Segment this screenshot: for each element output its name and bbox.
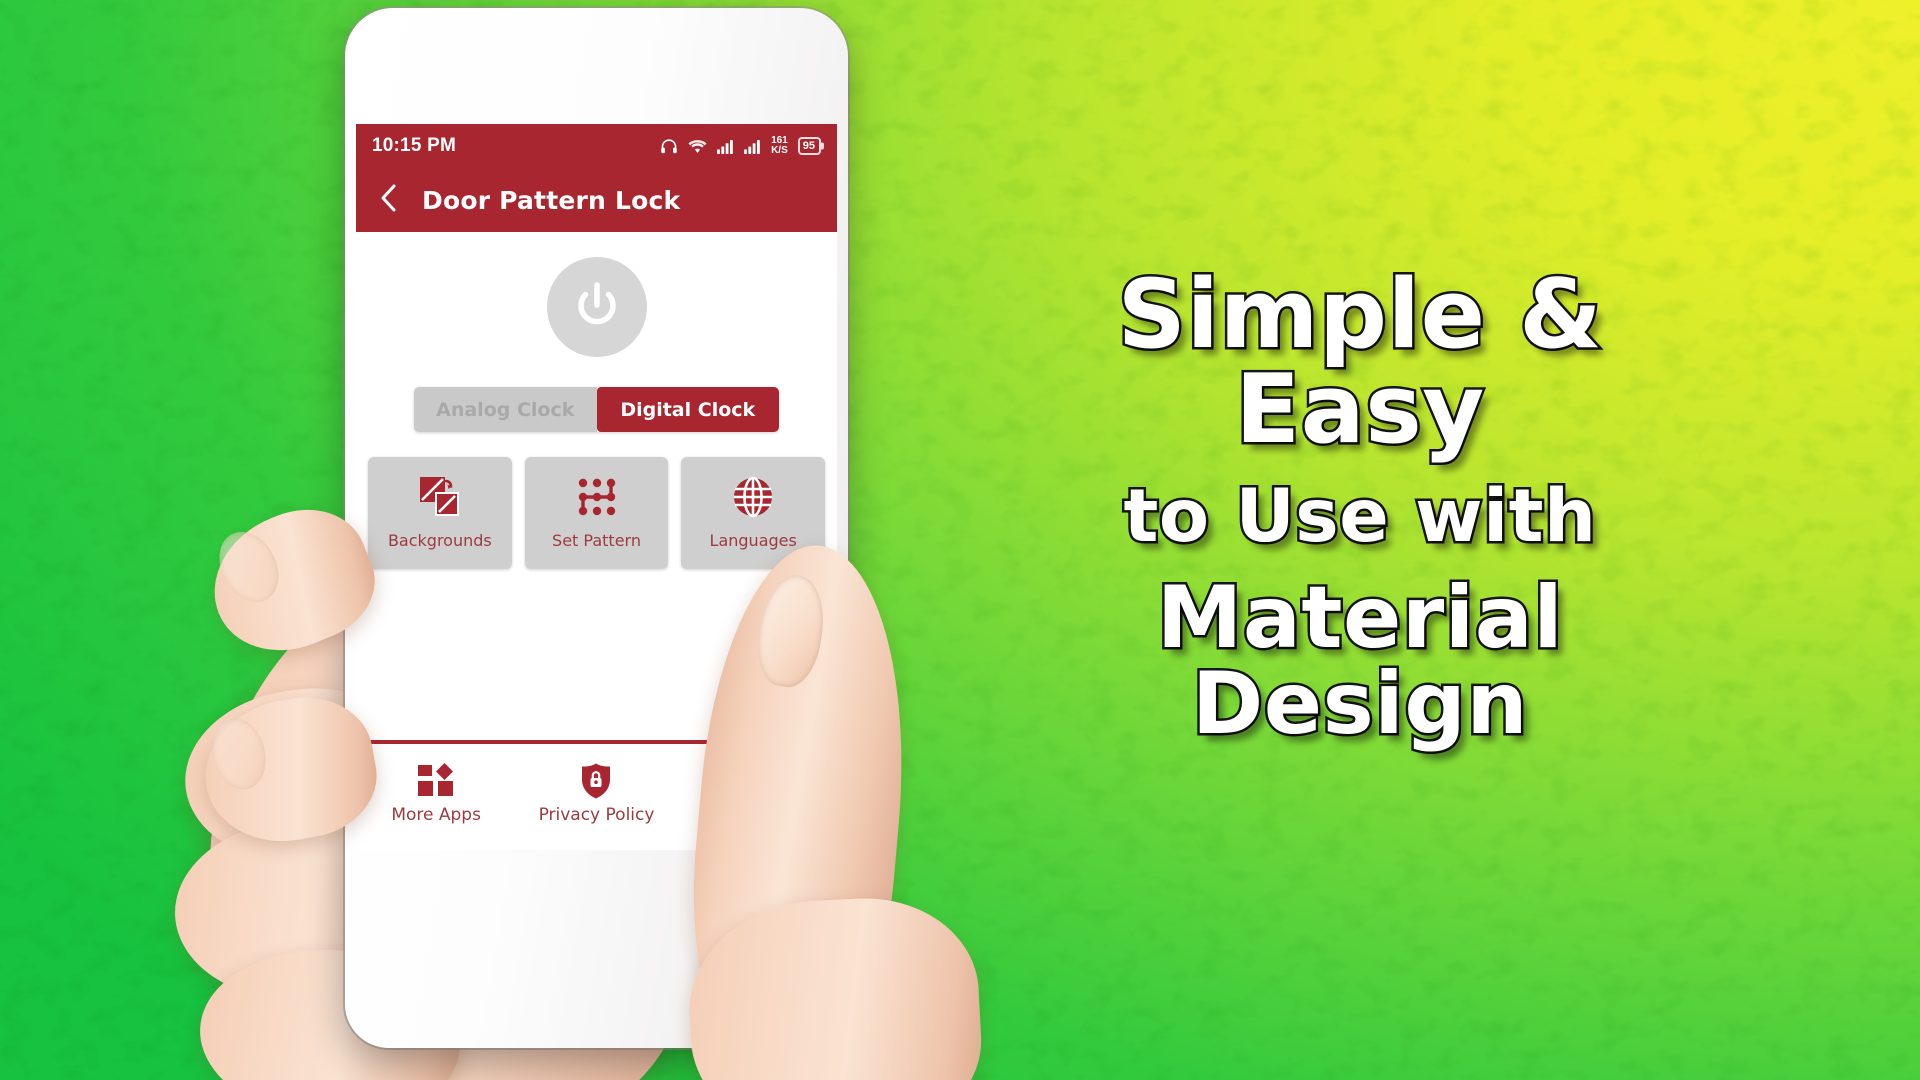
feature-card-row: Backgrounds Set Pattern Languages: [368, 457, 826, 569]
nav-label: More Apps: [391, 805, 481, 825]
status-time: 10:15 PM: [372, 135, 456, 156]
nav-item-privacy-policy[interactable]: Privacy Policy: [516, 760, 676, 850]
card-backgrounds[interactable]: Backgrounds: [368, 457, 512, 569]
status-icons: 161 K/S 95: [660, 136, 821, 156]
card-label: Backgrounds: [387, 531, 492, 550]
tab-analog-clock[interactable]: Analog Clock: [414, 387, 597, 432]
wifi-icon: [688, 139, 707, 154]
status-bar: 10:15 PM 161 K/S 95: [356, 124, 837, 168]
chevron-left-icon: [379, 183, 399, 218]
signal-icon: [717, 139, 734, 154]
battery-indicator: 95: [797, 137, 821, 155]
pattern-grid-icon: [575, 471, 619, 523]
images-icon: [417, 471, 463, 523]
card-set-pattern[interactable]: Set Pattern: [524, 457, 669, 569]
shield-lock-icon: [579, 760, 613, 802]
power-button-area: [356, 257, 837, 357]
signal-icon: [744, 139, 761, 154]
page-title: Door Pattern Lock: [422, 185, 681, 215]
card-label: Languages: [709, 531, 797, 550]
app-bar: Door Pattern Lock: [356, 168, 837, 232]
card-label: Set Pattern: [552, 531, 641, 550]
back-button[interactable]: [370, 181, 408, 219]
network-speed-indicator: 161 K/S: [771, 136, 788, 156]
nav-item-more-apps[interactable]: More Apps: [356, 760, 516, 850]
clock-type-toggle[interactable]: Analog Clock Digital Clock: [414, 387, 779, 432]
nav-label: Privacy Policy: [538, 805, 655, 825]
globe-icon: [731, 471, 775, 523]
headphones-icon: [660, 138, 678, 154]
power-toggle-button[interactable]: [546, 257, 647, 357]
power-icon: [569, 277, 625, 338]
tab-digital-clock[interactable]: Digital Clock: [596, 387, 779, 432]
network-speed-unit: K/S: [771, 145, 788, 156]
apps-grid-icon: [417, 760, 455, 802]
